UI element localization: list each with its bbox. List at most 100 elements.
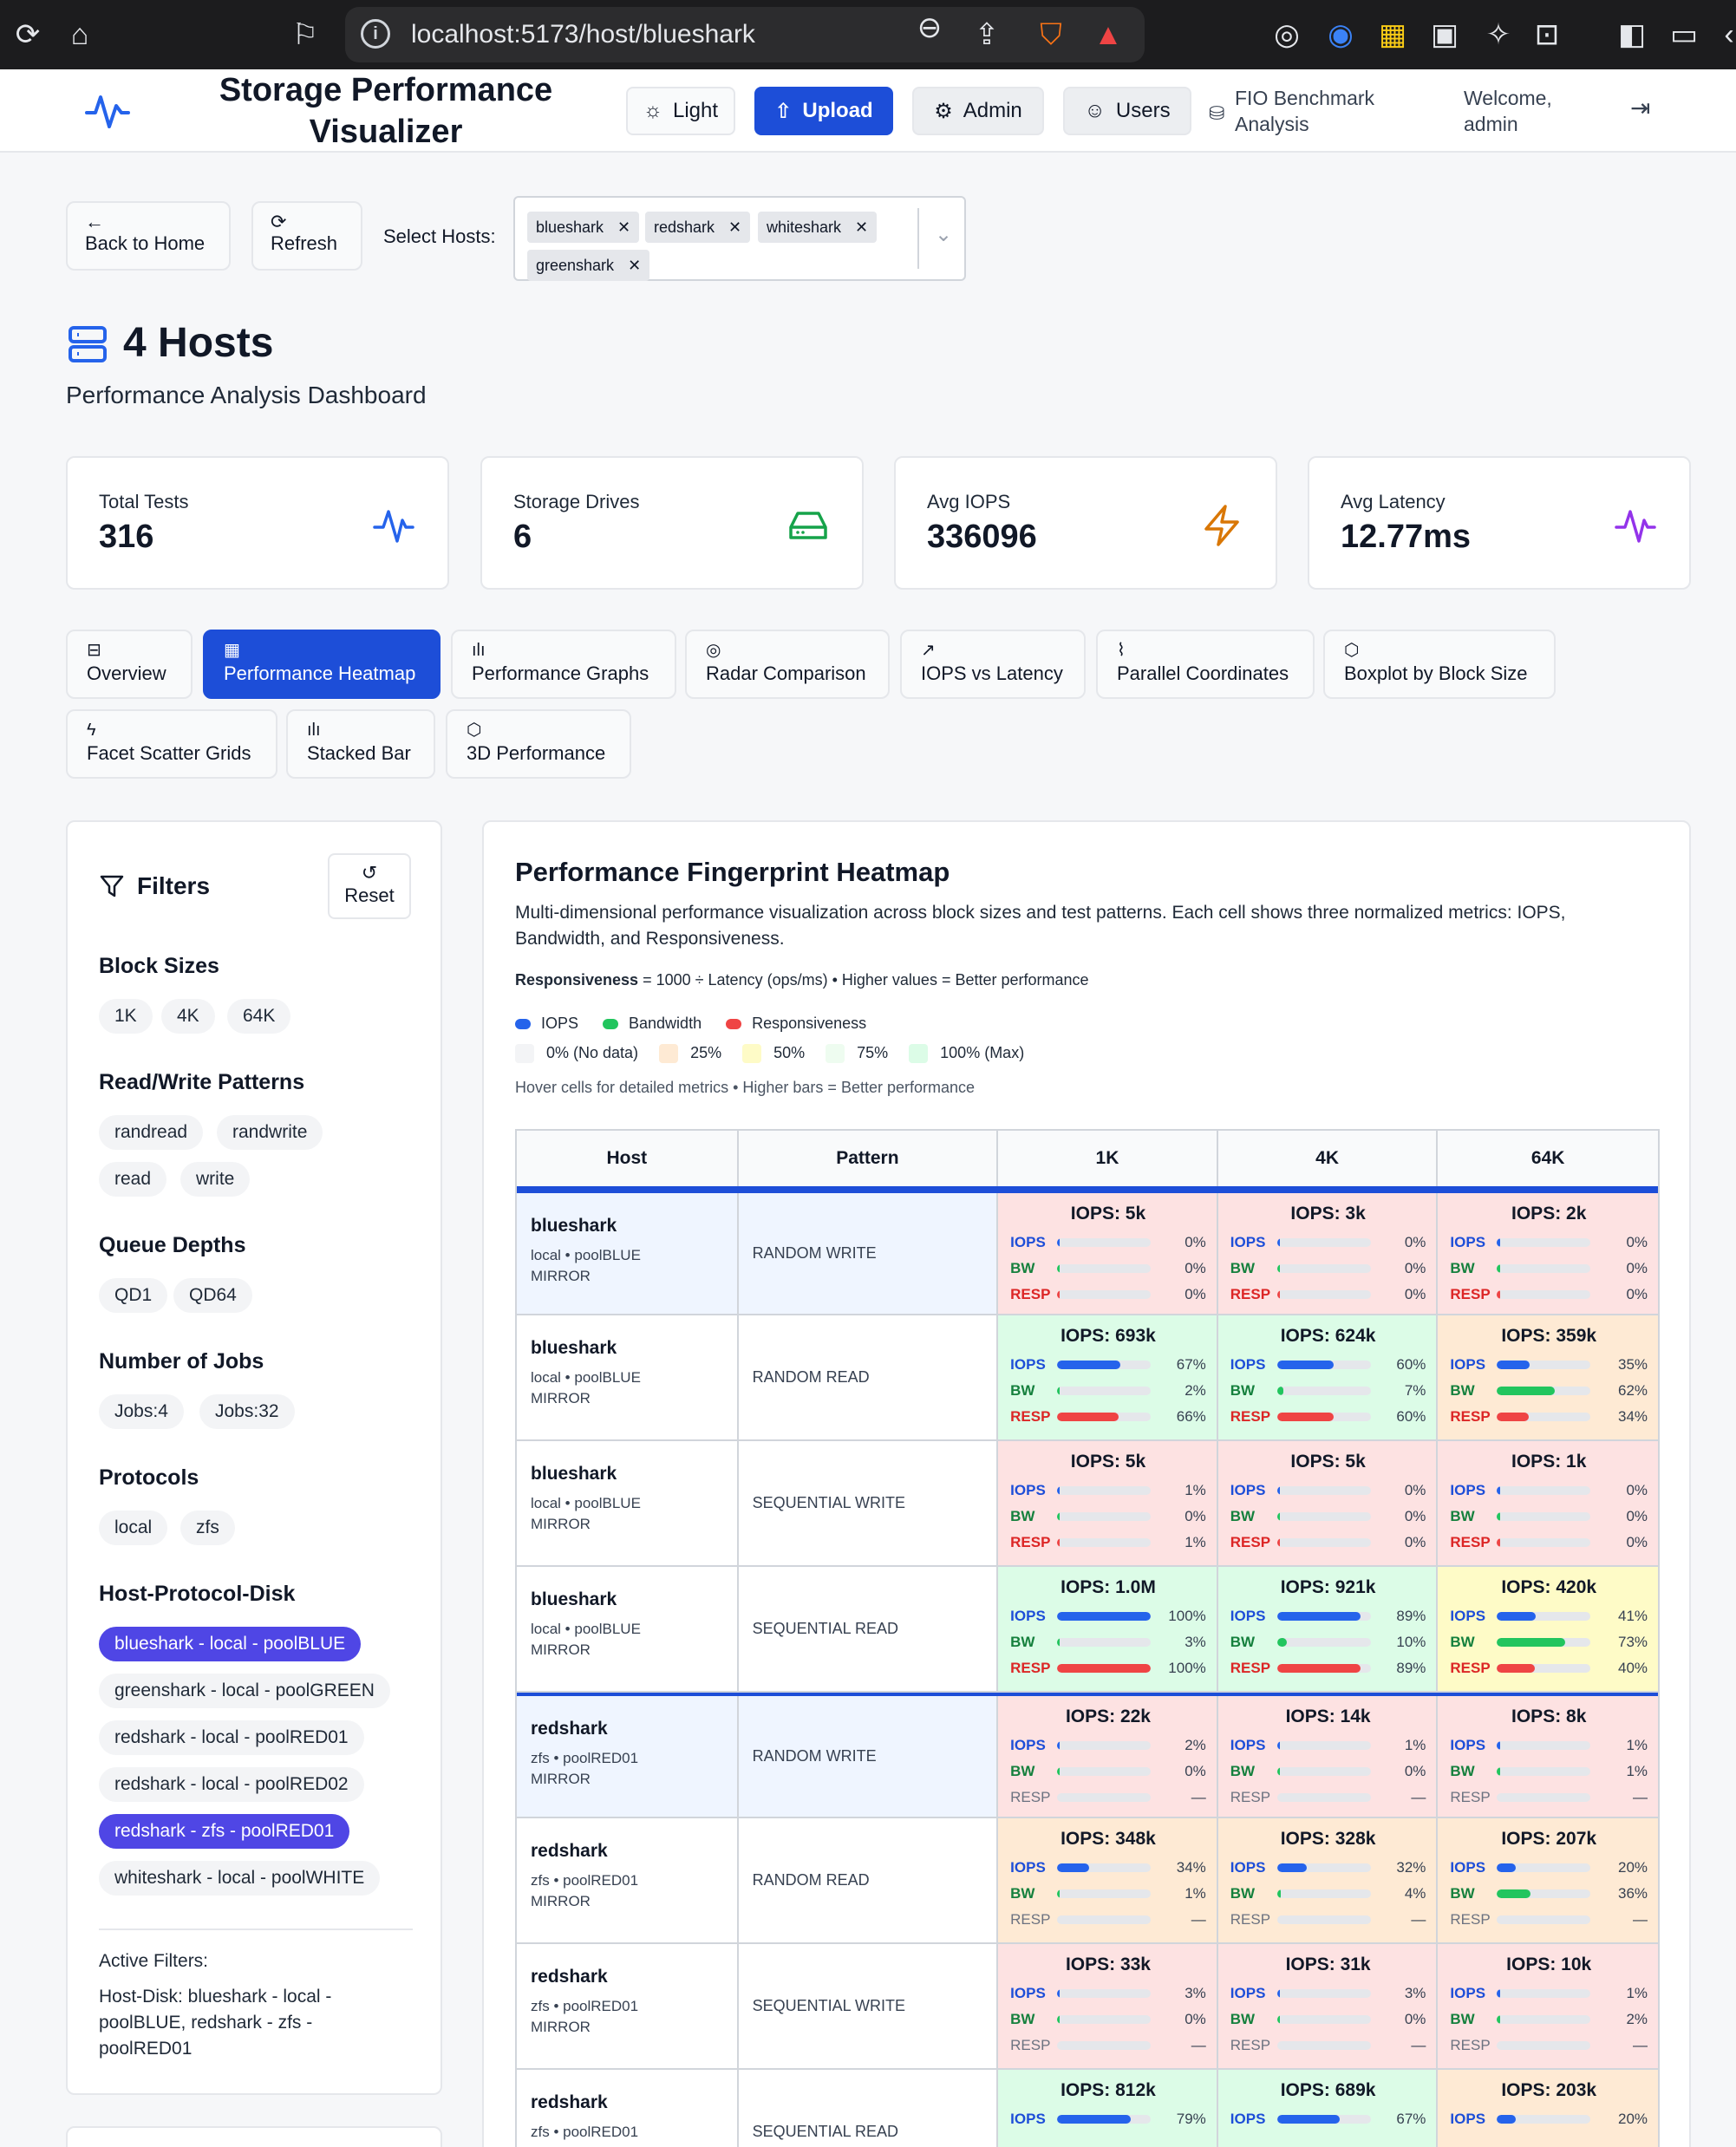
heatmap-cell[interactable]: IOPS: 624k IOPS 60% BW 7% RESP 60% — [1217, 1315, 1439, 1439]
heatmap-cell[interactable]: IOPS: 1.0M IOPS 100% BW 3% RESP 100% — [998, 1567, 1218, 1691]
tab-iops-vs-latency[interactable]: ↗ IOPS vs Latency — [900, 630, 1086, 699]
upload-button[interactable]: ⇧ Upload — [754, 87, 893, 135]
share-icon[interactable]: ⇪ — [968, 16, 1006, 54]
cell-iops-title: IOPS: 420k — [1501, 1577, 1597, 1597]
filter-pill-queue-depth[interactable]: QD1 — [99, 1278, 168, 1313]
extension-spy-icon[interactable]: ◎ — [1268, 16, 1306, 54]
back-home-button[interactable]: ← Back to Home — [66, 201, 231, 271]
heatmap-cell[interactable]: IOPS: 10k IOPS 1% BW 2% RESP — — [1438, 1944, 1659, 2068]
heatmap-cell[interactable]: IOPS: 689k IOPS 67% — [1217, 2070, 1439, 2147]
users-button[interactable]: ☺ Users — [1063, 87, 1191, 135]
chevron-down-icon[interactable]: ⌄ — [935, 222, 952, 247]
bar-fill — [1497, 1741, 1500, 1750]
cell-iops-title: IOPS: 207k — [1501, 1829, 1597, 1849]
tab-radar-comparison[interactable]: ◎ Radar Comparison — [685, 630, 890, 699]
wallet-icon[interactable]: ▭ — [1665, 16, 1703, 54]
heatmap-cell[interactable]: IOPS: 812k IOPS 79% — [998, 2070, 1218, 2147]
filter-pill-block-size[interactable]: 1K — [99, 999, 153, 1034]
heatmap-cell[interactable]: IOPS: 693k IOPS 67% BW 2% RESP 66% — [998, 1315, 1218, 1439]
tab-overview[interactable]: ⊟ Overview — [66, 630, 193, 699]
heatmap-cell[interactable]: IOPS: 2k IOPS 0% BW 0% RESP 0% — [1438, 1193, 1659, 1314]
filter-pill-host-disk[interactable]: redshark - zfs - poolRED01 — [99, 1814, 350, 1849]
filter-pill-host-disk[interactable]: redshark - local - poolRED01 — [99, 1720, 364, 1755]
filter-pill-jobs[interactable]: Jobs:32 — [199, 1394, 295, 1429]
heatmap-cell[interactable]: IOPS: 328k IOPS 32% BW 4% RESP — — [1217, 1818, 1439, 1942]
heatmap-cell[interactable]: IOPS: 359k IOPS 35% BW 62% RESP 34% — [1438, 1315, 1659, 1439]
heatmap-cell[interactable]: IOPS: 1k IOPS 0% BW 0% RESP 0% — [1438, 1441, 1659, 1565]
reload-icon[interactable]: ⟳ — [9, 16, 47, 54]
filter-pill-block-size[interactable]: 64K — [227, 999, 291, 1034]
remove-chip-icon[interactable]: ✕ — [628, 257, 641, 275]
tab-boxplot-by-block-size[interactable]: ⬡ Boxplot by Block Size — [1323, 630, 1556, 699]
tab-facet-scatter-grids[interactable]: ϟ Facet Scatter Grids — [66, 709, 277, 779]
extension-reader-icon[interactable]: ▣ — [1426, 16, 1464, 54]
brave-rewards-icon[interactable]: ▲ — [1089, 16, 1127, 54]
bar-fill — [1057, 1889, 1061, 1898]
heatmap-cell[interactable]: IOPS: 8k IOPS 1% BW 1% RESP — — [1438, 1696, 1659, 1817]
tab-3d-performance[interactable]: ⬡ 3D Performance — [446, 709, 631, 779]
theme-toggle-button[interactable]: ☼ Light — [626, 87, 735, 135]
host-raid: MIRROR — [531, 1516, 591, 1532]
address-bar[interactable]: i localhost:5173/host/blueshark ⊖ — [345, 7, 1145, 62]
reset-filters-button[interactable]: ↺ Reset — [328, 853, 411, 919]
screenshot-icon[interactable]: ⊡ — [1528, 16, 1566, 54]
heatmap-cell[interactable]: IOPS: 22k IOPS 2% BW 0% RESP — — [998, 1696, 1218, 1817]
home-icon[interactable]: ⌂ — [61, 16, 99, 54]
extensions-puzzle-icon[interactable]: ✧ — [1479, 16, 1517, 54]
host-chip[interactable]: blueshark ✕ — [527, 212, 640, 243]
brave-shield-icon[interactable]: ⛉ — [1032, 16, 1070, 54]
filter-pill-pattern[interactable]: randread — [99, 1115, 204, 1150]
filter-pill-protocol[interactable]: zfs — [180, 1511, 235, 1545]
bar-fill — [1497, 1767, 1500, 1776]
scale-item: 0% (No data) — [515, 1044, 638, 1064]
filter-pill-pattern[interactable]: read — [99, 1162, 167, 1197]
heatmap-cell[interactable]: IOPS: 203k IOPS 20% — [1438, 2070, 1659, 2147]
heatmap-cell[interactable]: IOPS: 921k IOPS 89% BW 10% RESP 89% — [1217, 1567, 1439, 1691]
filter-pill-pattern[interactable]: randwrite — [217, 1115, 323, 1150]
host-chip[interactable]: whiteshark ✕ — [758, 212, 878, 243]
heatmap-cell[interactable]: IOPS: 5k IOPS 0% BW 0% RESP 0% — [998, 1193, 1218, 1314]
filter-pill-host-disk[interactable]: greenshark - local - poolGREEN — [99, 1674, 390, 1708]
metric-value: 0% — [1404, 1234, 1426, 1250]
filter-pill-protocol[interactable]: local — [99, 1511, 168, 1545]
sidebar-icon[interactable]: ◧ — [1613, 16, 1651, 54]
host-chip[interactable]: redshark ✕ — [645, 212, 751, 243]
menu-arrow-icon[interactable]: ‹ — [1710, 16, 1736, 54]
heatmap-cell[interactable]: IOPS: 33k IOPS 3% BW 0% RESP — — [998, 1944, 1218, 2068]
heatmap-cell[interactable]: IOPS: 420k IOPS 41% BW 73% RESP 40% — [1438, 1567, 1659, 1691]
site-info-icon[interactable]: i — [361, 19, 390, 49]
filter-pill-jobs[interactable]: Jobs:4 — [99, 1394, 184, 1429]
heatmap-cell[interactable]: IOPS: 348k IOPS 34% BW 1% RESP — — [998, 1818, 1218, 1942]
refresh-button[interactable]: ⟳ Refresh — [251, 201, 362, 271]
filter-pill-pattern[interactable]: write — [180, 1162, 251, 1197]
heatmap-cell[interactable]: IOPS: 207k IOPS 20% BW 36% RESP — — [1438, 1818, 1659, 1942]
filter-pill-host-disk[interactable]: whiteshark - local - poolWHITE — [99, 1861, 381, 1896]
tab-performance-graphs[interactable]: ılı Performance Graphs — [451, 630, 676, 699]
remove-chip-icon[interactable]: ✕ — [728, 219, 741, 237]
remove-chip-icon[interactable]: ✕ — [855, 219, 868, 237]
filter-pill-queue-depth[interactable]: QD64 — [173, 1278, 252, 1313]
host-chip[interactable]: greenshark ✕ — [527, 250, 650, 281]
remove-chip-icon[interactable]: ✕ — [617, 219, 630, 237]
heatmap-cell[interactable]: IOPS: 31k IOPS 3% BW 0% RESP — — [1217, 1944, 1439, 2068]
filter-pill-host-disk[interactable]: blueshark - local - poolBLUE — [99, 1627, 362, 1661]
filter-pill-block-size[interactable]: 4K — [161, 999, 215, 1034]
password-manager-icon[interactable]: ◉ — [1322, 16, 1360, 54]
admin-button[interactable]: ⚙ Admin — [912, 87, 1044, 135]
zoom-icon[interactable]: ⊖ — [910, 9, 949, 47]
heatmap-cell[interactable]: IOPS: 14k IOPS 1% BW 0% RESP — — [1217, 1696, 1439, 1817]
bookmark-icon[interactable]: ⚐ — [286, 16, 324, 54]
metric-label: RESP — [1010, 1286, 1051, 1302]
tab-parallel-coordinates[interactable]: ⌇ Parallel Coordinates — [1096, 630, 1315, 699]
logout-icon[interactable]: ⇥ — [1630, 95, 1650, 121]
heatmap-cell[interactable]: IOPS: 3k IOPS 0% BW 0% RESP 0% — [1217, 1193, 1439, 1314]
extension-grid-icon[interactable]: ▦ — [1374, 16, 1412, 54]
tab-performance-heatmap[interactable]: ▦ Performance Heatmap — [203, 630, 441, 699]
heatmap-cell[interactable]: IOPS: 5k IOPS 1% BW 0% RESP 1% — [998, 1441, 1218, 1565]
tab-stacked-bar[interactable]: ılı Stacked Bar — [286, 709, 435, 779]
legend-dot — [515, 1019, 531, 1030]
heatmap-cell[interactable]: IOPS: 5k IOPS 0% BW 0% RESP 0% — [1217, 1441, 1439, 1565]
metric-line-resp: RESP — — [1450, 2033, 1648, 2059]
filter-pill-host-disk[interactable]: redshark - local - poolRED02 — [99, 1767, 364, 1802]
hosts-multiselect[interactable]: blueshark ✕ redshark ✕ whiteshark ✕ gree… — [513, 196, 966, 281]
